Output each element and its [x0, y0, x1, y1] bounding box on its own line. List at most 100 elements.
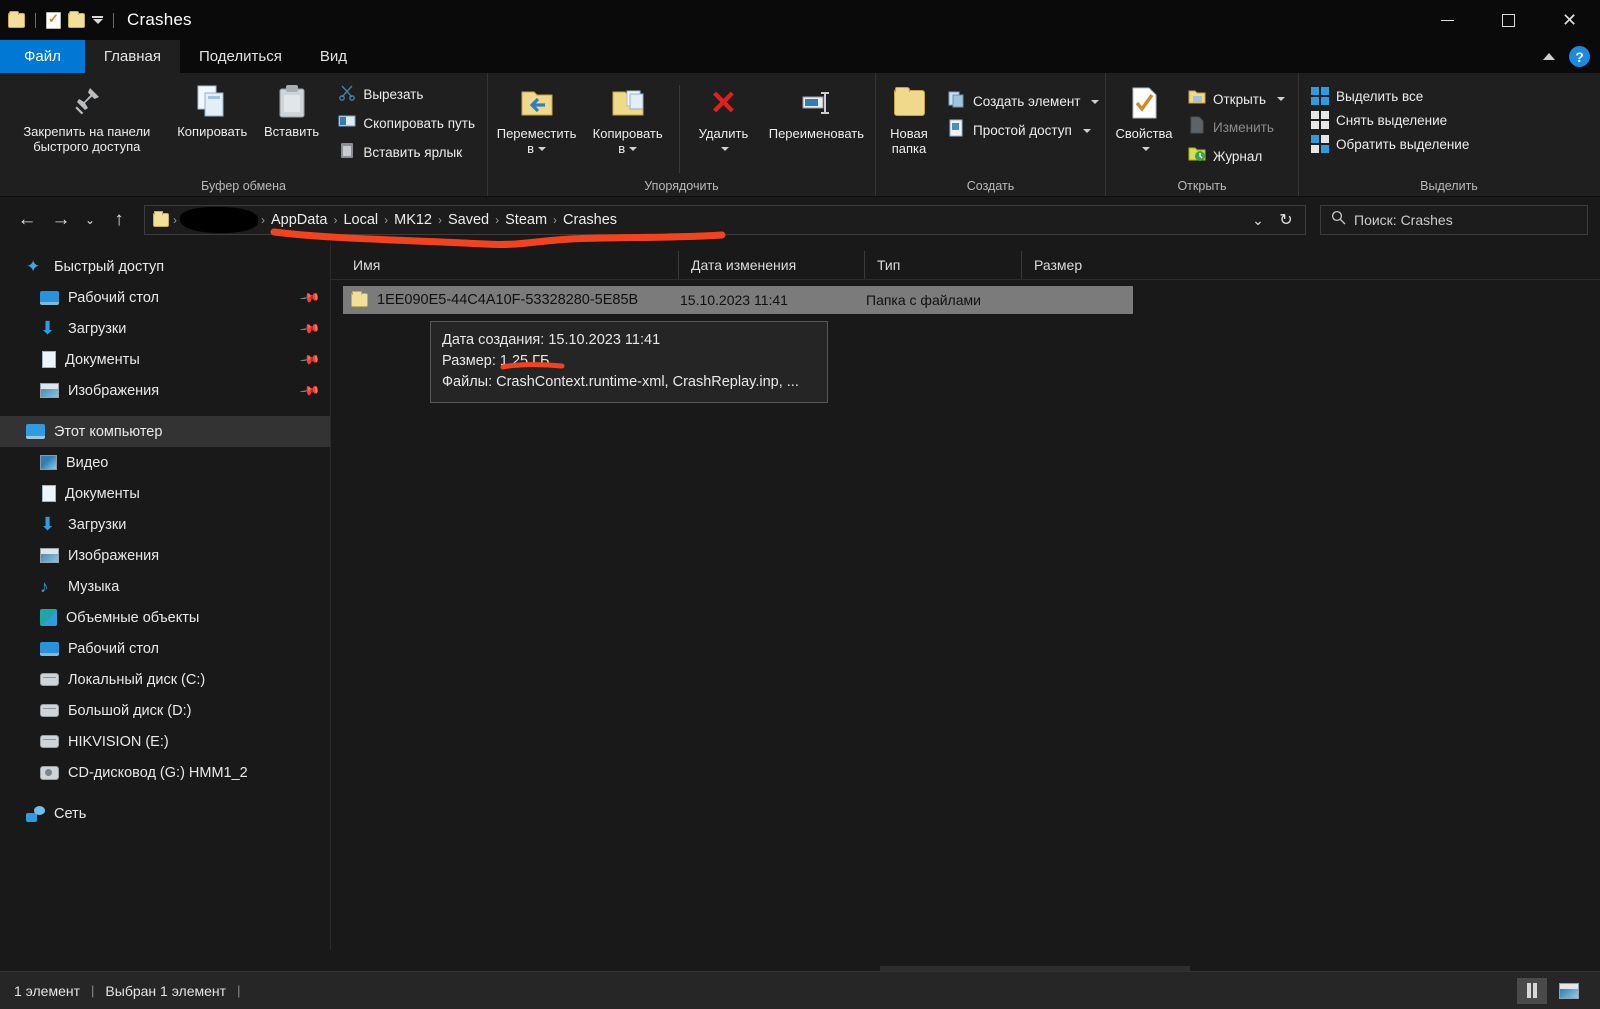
sidebar-item-music[interactable]: ♪ Музыка: [0, 571, 330, 602]
breadcrumb-item-saved[interactable]: Saved: [443, 212, 494, 228]
chevron-down-icon[interactable]: [1142, 147, 1150, 152]
sidebar-item-label: Большой диск (D:): [68, 702, 192, 719]
sidebar-item-documents[interactable]: Документы 📌: [0, 344, 330, 375]
search-input[interactable]: Поиск: Crashes: [1320, 205, 1588, 235]
easy-access-button[interactable]: Простой доступ: [944, 118, 1103, 143]
breadcrumb-item-local[interactable]: Local: [338, 212, 383, 228]
properties-icon: [1131, 84, 1158, 122]
copy-to-button[interactable]: Копировать в: [583, 81, 672, 159]
sidebar-item-pictures-pc[interactable]: Изображения: [0, 540, 330, 571]
sidebar-item-downloads-pc[interactable]: ⬇ Загрузки: [0, 509, 330, 540]
breadcrumb-item-mk12[interactable]: MK12: [389, 212, 437, 228]
recent-locations-chevron-down-icon[interactable]: ⌄: [80, 205, 100, 235]
sidebar-item-drive-c[interactable]: Локальный диск (C:): [0, 664, 330, 695]
redacted-username: [180, 207, 258, 233]
forward-arrow-icon[interactable]: →: [46, 205, 76, 235]
paste-shortcut-icon: [338, 141, 356, 164]
rename-button[interactable]: Переименовать: [762, 81, 871, 145]
sidebar-item-pictures[interactable]: Изображения 📌: [0, 375, 330, 406]
breadcrumb-separator: ›: [173, 213, 177, 227]
select-none-button[interactable]: Снять выделение: [1307, 110, 1473, 130]
close-icon[interactable]: ✕: [1539, 0, 1600, 40]
sidebar-item-documents-pc[interactable]: Документы: [0, 478, 330, 509]
customize-caret-icon[interactable]: [92, 16, 103, 24]
sidebar-item-quick-access[interactable]: ✦ Быстрый доступ: [0, 251, 330, 282]
invert-selection-button[interactable]: Обратить выделение: [1307, 134, 1473, 154]
file-list-pane[interactable]: Имя ⌃ Дата изменения Тип Размер 1EE090E5…: [331, 241, 1600, 950]
column-header-name[interactable]: Имя ⌃: [331, 241, 678, 279]
sidebar-item-label: Сеть: [54, 805, 87, 822]
sidebar-item-videos[interactable]: Видео: [0, 447, 330, 478]
column-header-type[interactable]: Тип: [864, 251, 1021, 279]
details-view-icon[interactable]: [1517, 977, 1547, 1004]
folder-icon[interactable]: [8, 10, 25, 28]
column-header-date[interactable]: Дата изменения: [678, 251, 864, 279]
ribbon-group-organize: Переместить в Копировать в ✕ Удалить Пер…: [488, 73, 876, 196]
breadcrumb-item-steam[interactable]: Steam: [500, 212, 552, 228]
copy-button[interactable]: Копировать: [172, 79, 253, 143]
breadcrumb-item-appdata[interactable]: AppData: [266, 212, 332, 228]
new-folder-button[interactable]: Новая папка: [880, 81, 938, 159]
sidebar-item-drive-e[interactable]: HIKVISION (E:): [0, 726, 330, 757]
sidebar-item-this-pc[interactable]: Этот компьютер: [0, 416, 330, 447]
tab-view[interactable]: Вид: [301, 40, 366, 73]
pin-to-quick-access-button[interactable]: Закрепить на панели быстрого доступа: [4, 79, 170, 157]
column-header-size[interactable]: Размер: [1021, 251, 1123, 279]
paste-button[interactable]: Вставить: [255, 79, 329, 143]
sidebar-item-downloads[interactable]: ⬇ Загрузки 📌: [0, 313, 330, 344]
select-none-icon: [1311, 111, 1329, 129]
sidebar-item-3d-objects[interactable]: Объемные объекты: [0, 602, 330, 633]
open-button[interactable]: Открыть: [1184, 87, 1289, 111]
sidebar-item-label: Локальный диск (C:): [68, 671, 206, 688]
history-button[interactable]: Журнал: [1184, 144, 1289, 168]
back-arrow-icon[interactable]: ←: [12, 205, 42, 235]
edit-button[interactable]: Изменить: [1184, 115, 1289, 140]
paste-shortcut-button[interactable]: Вставить ярлык: [334, 140, 479, 165]
breadcrumb-item-crashes[interactable]: Crashes: [558, 212, 622, 228]
desktop-icon: [40, 641, 59, 656]
new-item-button[interactable]: Создать элемент: [944, 89, 1103, 114]
sidebar-item-cd-drive-g[interactable]: CD-дисковод (G:) HMM1_2: [0, 757, 330, 788]
chevron-down-icon[interactable]: [1082, 128, 1091, 133]
file-name: 1EE090E5-44C4A10F-53328280-5E85B: [377, 292, 639, 308]
maximize-icon[interactable]: [1478, 0, 1539, 40]
large-icons-view-icon[interactable]: [1554, 978, 1584, 1004]
table-row[interactable]: 1EE090E5-44C4A10F-53328280-5E85B 15.10.2…: [343, 286, 1133, 314]
chevron-up-icon[interactable]: [1543, 53, 1555, 60]
open-icon: [1188, 88, 1206, 110]
sidebar-item-network[interactable]: Сеть: [0, 798, 330, 829]
sidebar-item-desktop-pc[interactable]: Рабочий стол: [0, 633, 330, 664]
select-all-button[interactable]: Выделить все: [1307, 86, 1473, 106]
copy-path-button[interactable]: Скопировать путь: [334, 111, 479, 136]
properties-icon[interactable]: [46, 11, 61, 29]
tab-home[interactable]: Главная: [84, 40, 180, 73]
ribbon-group-title-new: Создать: [966, 179, 1015, 193]
move-to-button[interactable]: Переместить в: [492, 81, 581, 159]
delete-button[interactable]: ✕ Удалить: [687, 81, 760, 159]
sidebar-item-desktop[interactable]: Рабочий стол 📌: [0, 282, 330, 313]
refresh-icon[interactable]: ↻: [1273, 205, 1299, 235]
drive-icon: [40, 704, 59, 717]
new-folder-icon[interactable]: [68, 10, 85, 28]
history-label: Журнал: [1213, 148, 1263, 164]
ribbon-tabstrip: Файл Главная Поделиться Вид ?: [0, 40, 1600, 73]
file-tooltip: Дата создания: 15.10.2023 11:41 Размер: …: [430, 321, 828, 403]
sidebar-item-drive-d[interactable]: Большой диск (D:): [0, 695, 330, 726]
chevron-down-icon[interactable]: [1277, 97, 1286, 101]
tab-share[interactable]: Поделиться: [180, 40, 301, 73]
chevron-down-icon[interactable]: [721, 147, 730, 152]
up-arrow-icon[interactable]: ↑: [104, 205, 134, 235]
tab-file[interactable]: Файл: [0, 40, 85, 73]
cd-drive-icon: [40, 765, 59, 780]
cut-button[interactable]: Вырезать: [334, 82, 479, 107]
help-icon[interactable]: ?: [1569, 46, 1590, 67]
properties-button[interactable]: Свойства: [1110, 81, 1178, 159]
chevron-down-icon[interactable]: [538, 147, 547, 152]
minimize-icon[interactable]: [1417, 0, 1478, 40]
breadcrumb[interactable]: › › AppData › Local › MK12 › Saved › Ste…: [144, 205, 1306, 235]
tooltip-size: Размер: 1,25 ГБ: [442, 353, 550, 369]
address-dropdown-chevron-down-icon[interactable]: ⌄: [1245, 205, 1271, 235]
chevron-down-icon[interactable]: [1091, 99, 1100, 104]
navigation-pane[interactable]: ✦ Быстрый доступ Рабочий стол 📌 ⬇ Загруз…: [0, 243, 331, 950]
chevron-down-icon[interactable]: [629, 147, 638, 152]
